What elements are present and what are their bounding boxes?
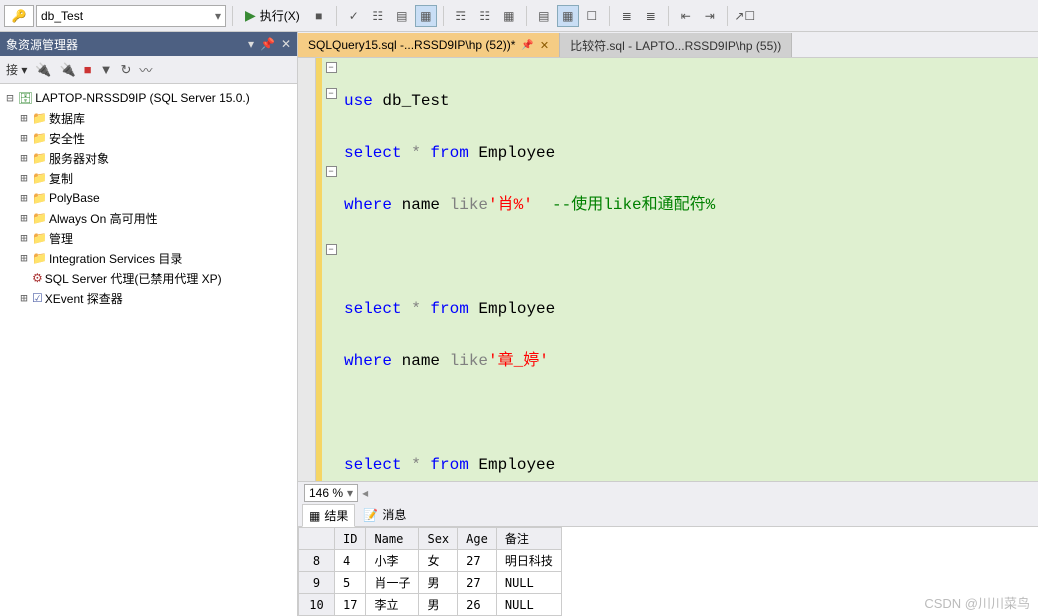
pin-icon[interactable]: 📌: [260, 37, 275, 51]
filter-icon[interactable]: ▼: [100, 62, 113, 77]
tree-node[interactable]: ⊞📁PolyBase: [0, 188, 297, 208]
panel-title-bar: 象资源管理器 ▾ 📌 ✕: [0, 32, 297, 56]
separator: [336, 6, 337, 26]
watermark: CSDN @川川菜鸟: [924, 593, 1030, 612]
results-grid-icon[interactable]: ▦: [557, 5, 579, 27]
check-icon[interactable]: ✓: [343, 5, 365, 27]
close-icon[interactable]: ✕: [281, 37, 291, 51]
server-node[interactable]: ⊟🗄LAPTOP-NRSSD9IP (SQL Server 15.0.): [0, 88, 297, 108]
col-header[interactable]: Age: [458, 528, 497, 550]
panel-title: 象资源管理器: [6, 36, 78, 53]
separator: [232, 6, 233, 26]
fold-icon[interactable]: −: [326, 62, 337, 73]
col-header[interactable]: 备注: [496, 528, 561, 550]
table-row[interactable]: 1017李立男26NULL: [299, 594, 562, 616]
disconnect-icon[interactable]: 🔌: [60, 62, 76, 78]
separator: [443, 6, 444, 26]
col-header[interactable]: Name: [366, 528, 419, 550]
zoom-bar: 146 % ▾ ◂: [298, 481, 1038, 503]
uncomment-icon[interactable]: ≣: [640, 5, 662, 27]
outdent-icon[interactable]: ⇥: [699, 5, 721, 27]
table-row[interactable]: 95肖一子男27NULL: [299, 572, 562, 594]
stop-icon[interactable]: ■: [84, 62, 92, 77]
dropdown-icon[interactable]: ▾: [248, 37, 254, 51]
main-toolbar: 🔑 db_Test▾ ▶执行(X) ■ ✓ ☷ ▤ ▦ ☶ ☷ ▦ ▤ ▦ ☐ …: [0, 0, 1038, 32]
sql-editor[interactable]: − − − − use db_Test select * from Employ…: [298, 58, 1038, 481]
tree-node[interactable]: ⊞📁Always On 高可用性: [0, 208, 297, 228]
fold-icon[interactable]: −: [326, 166, 337, 177]
object-tree[interactable]: ⊟🗄LAPTOP-NRSSD9IP (SQL Server 15.0.) ⊞📁数…: [0, 84, 297, 616]
include-plan-icon[interactable]: ▦: [415, 5, 437, 27]
message-icon: 📝: [363, 508, 378, 522]
separator: [668, 6, 669, 26]
tab-label: SQLQuery15.sql -...RSSD9IP\hp (52))*: [308, 38, 515, 52]
tree-node[interactable]: ⊞📁Integration Services 目录: [0, 248, 297, 268]
stats-icon[interactable]: ☶: [450, 5, 472, 27]
col-header[interactable]: [299, 528, 335, 550]
explorer-toolbar: 接 ▾ 🔌 🔌 ■ ▼ ↻ 〰: [0, 56, 297, 84]
results-tab[interactable]: ▦结果: [302, 504, 355, 527]
tree-node[interactable]: ⚙SQL Server 代理(已禁用代理 XP): [0, 268, 297, 288]
editor-panel: SQLQuery15.sql -...RSSD9IP\hp (52))* 📌 ✕…: [298, 32, 1038, 616]
fold-icon[interactable]: −: [326, 244, 337, 255]
grid-icon: ▦: [309, 509, 320, 523]
tab-active[interactable]: SQLQuery15.sql -...RSSD9IP\hp (52))* 📌 ✕: [298, 33, 560, 57]
parse-icon[interactable]: ☷: [367, 5, 389, 27]
tree-node[interactable]: ⊞☑XEvent 探查器: [0, 288, 297, 308]
col-header[interactable]: ID: [335, 528, 366, 550]
gutter: [298, 58, 316, 481]
separator: [609, 6, 610, 26]
tree-node[interactable]: ⊞📁复制: [0, 168, 297, 188]
schema-dropdown[interactable]: 🔑: [4, 5, 34, 27]
tree-node[interactable]: ⊞📁数据库: [0, 108, 297, 128]
separator: [727, 6, 728, 26]
separator: [526, 6, 527, 26]
results-file-icon[interactable]: ☐: [581, 5, 603, 27]
tree-node[interactable]: ⊞📁管理: [0, 228, 297, 248]
specify-icon[interactable]: ↗☐: [734, 5, 756, 27]
execute-button[interactable]: ▶执行(X): [239, 5, 306, 27]
col-header[interactable]: Sex: [419, 528, 458, 550]
tab-other[interactable]: 比较符.sql - LAPTO...RSSD9IP\hp (55)): [560, 33, 792, 57]
connect-icon[interactable]: 🔌: [35, 62, 51, 78]
close-icon[interactable]: ✕: [540, 39, 549, 52]
document-tabs: SQLQuery15.sql -...RSSD9IP\hp (52))* 📌 ✕…: [298, 32, 1038, 58]
fold-column: − − − −: [322, 58, 340, 481]
connect-button[interactable]: 接 ▾: [6, 61, 27, 78]
activity-icon[interactable]: 〰: [139, 60, 152, 79]
results-text-icon[interactable]: ▤: [533, 5, 555, 27]
tree-node[interactable]: ⊞📁安全性: [0, 128, 297, 148]
object-explorer-panel: 象资源管理器 ▾ 📌 ✕ 接 ▾ 🔌 🔌 ■ ▼ ↻ 〰 ⊟🗄LAPTOP-NR…: [0, 32, 298, 616]
live-stats-icon[interactable]: ▦: [498, 5, 520, 27]
zoom-dropdown[interactable]: 146 % ▾: [304, 484, 358, 502]
result-tabs: ▦结果 📝消息: [298, 503, 1038, 527]
refresh-icon[interactable]: ↻: [120, 62, 131, 78]
messages-tab[interactable]: 📝消息: [357, 504, 412, 525]
display-plan-icon[interactable]: ▤: [391, 5, 413, 27]
code-area[interactable]: use db_Test select * from Employee where…: [340, 58, 1038, 481]
tree-node[interactable]: ⊞📁服务器对象: [0, 148, 297, 168]
pin-icon[interactable]: 📌: [521, 40, 533, 51]
client-stats-icon[interactable]: ☷: [474, 5, 496, 27]
database-dropdown[interactable]: db_Test▾: [36, 5, 226, 27]
play-icon: ▶: [245, 7, 256, 24]
table-row[interactable]: 84小李女27明日科技: [299, 550, 562, 572]
fold-icon[interactable]: −: [326, 88, 337, 99]
debug-button[interactable]: ■: [308, 5, 330, 27]
tab-label: 比较符.sql - LAPTO...RSSD9IP\hp (55)): [570, 37, 781, 54]
comment-icon[interactable]: ≣: [616, 5, 638, 27]
indent-icon[interactable]: ⇤: [675, 5, 697, 27]
